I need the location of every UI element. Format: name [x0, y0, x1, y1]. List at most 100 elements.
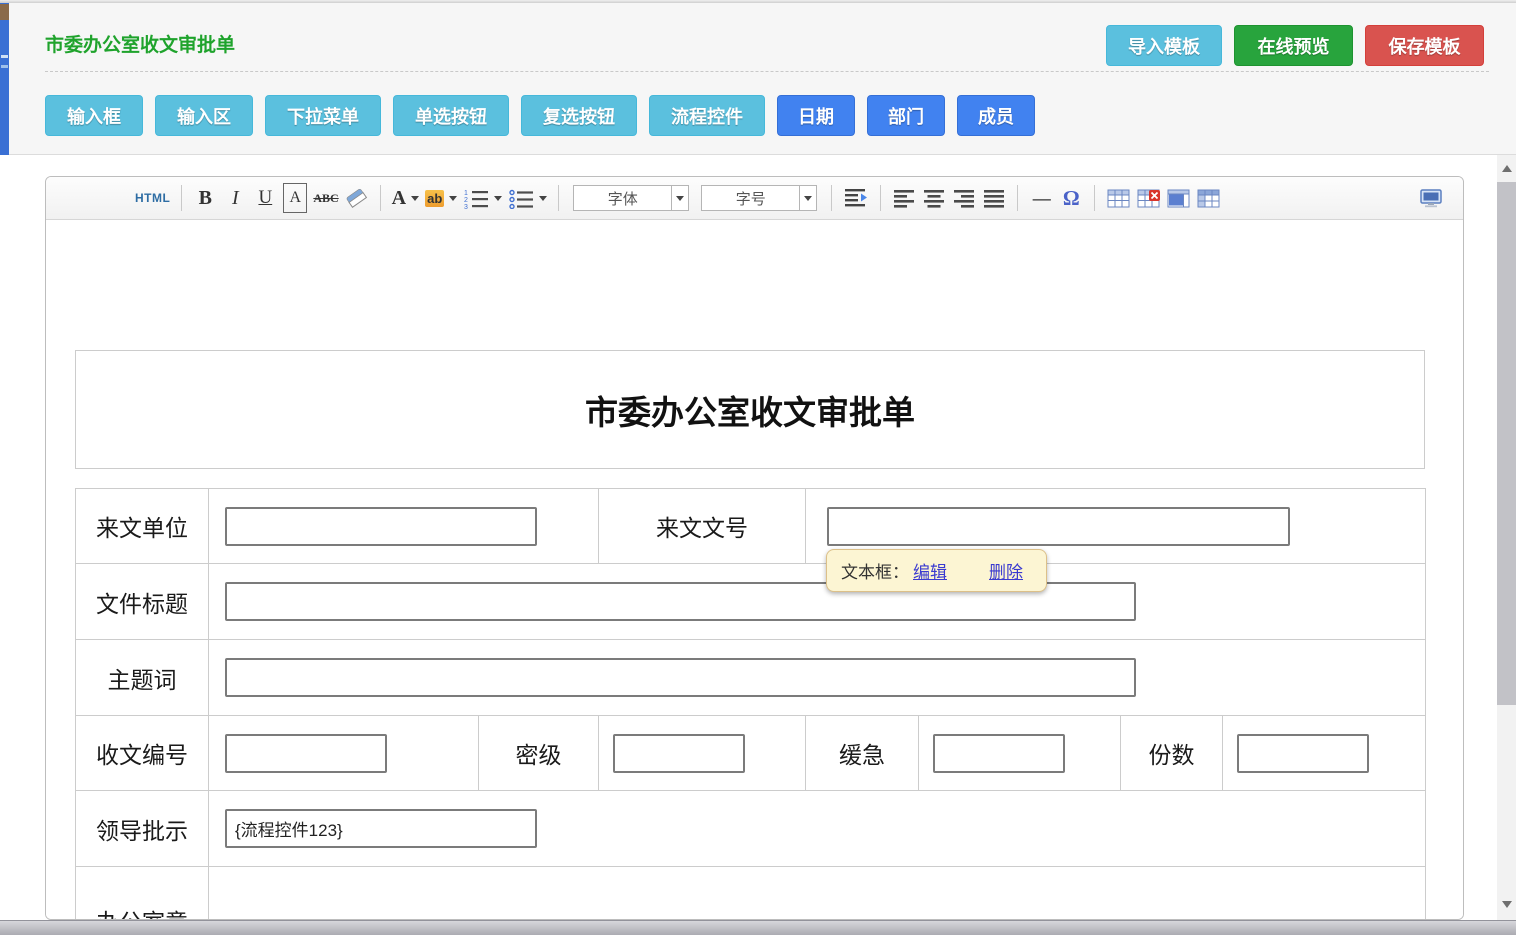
tooltip-delete-link[interactable]: 删除	[989, 558, 1023, 583]
align-right-button[interactable]	[952, 183, 976, 213]
scroll-down-icon	[1502, 901, 1512, 908]
save-template-button[interactable]: 保存模板	[1365, 25, 1484, 66]
urgency-input[interactable]	[933, 734, 1065, 773]
align-left-icon	[892, 188, 916, 208]
highlight-color-button[interactable]: ab	[425, 183, 457, 213]
fullscreen-monitor-icon	[1419, 188, 1443, 209]
font-size-select[interactable]: 字号	[701, 185, 817, 211]
subject-input[interactable]	[225, 658, 1136, 697]
chevron-down-icon	[804, 196, 812, 201]
delete-table-icon	[1137, 189, 1160, 208]
unordered-list-icon	[508, 188, 534, 209]
font-color-button[interactable]: A	[392, 183, 419, 213]
add-input-box-button[interactable]: 输入框	[45, 95, 143, 136]
strikethrough-button[interactable]: ABC	[313, 183, 338, 213]
toolbar-separator	[831, 185, 832, 211]
add-date-button[interactable]: 日期	[777, 95, 855, 136]
italic-button[interactable]: I	[223, 183, 247, 213]
indent-icon	[843, 188, 869, 208]
fullscreen-button[interactable]	[1419, 183, 1443, 213]
tooltip-edit-link[interactable]: 编辑	[913, 558, 947, 583]
label-urgency: 缓急	[806, 716, 919, 791]
horizontal-rule-button[interactable]: —	[1029, 183, 1053, 213]
ordered-list-icon: 1 2 3	[463, 188, 489, 209]
toolbar-separator	[1094, 185, 1095, 211]
cell-copies	[1223, 716, 1426, 791]
remove-format-button[interactable]	[345, 183, 369, 213]
editor-toolbar: HTML B I U A ABC A ab 1 2	[46, 177, 1463, 220]
table-row: 主题词	[76, 640, 1426, 716]
online-preview-button[interactable]: 在线预览	[1234, 25, 1353, 66]
table-properties-icon	[1167, 189, 1190, 208]
html-source-button[interactable]: HTML	[135, 183, 170, 213]
scroll-up-icon	[1502, 165, 1512, 172]
add-textarea-button[interactable]: 输入区	[155, 95, 253, 136]
editor-canvas[interactable]: 市委办公室收文审批单 来文单位 来文文号 文件标题	[46, 220, 1463, 919]
eraser-icon	[345, 188, 369, 208]
font-size-caret[interactable]	[800, 185, 817, 211]
delete-table-button[interactable]	[1136, 183, 1160, 213]
unordered-list-button[interactable]	[508, 183, 547, 213]
scroll-up-button[interactable]	[1497, 159, 1516, 177]
add-checkbox-button[interactable]: 复选按钮	[521, 95, 637, 136]
toolbar-separator	[1017, 185, 1018, 211]
insert-table-icon	[1107, 189, 1130, 208]
window-bottom-bar	[0, 920, 1516, 935]
secrecy-input[interactable]	[613, 734, 745, 773]
add-member-button[interactable]: 成员	[957, 95, 1035, 136]
toolbar-separator	[880, 185, 881, 211]
import-template-button[interactable]: 导入模板	[1106, 25, 1222, 66]
font-border-button[interactable]: A	[283, 183, 307, 213]
bold-button[interactable]: B	[193, 183, 217, 213]
add-radio-button[interactable]: 单选按钮	[393, 95, 509, 136]
align-center-button[interactable]	[922, 183, 946, 213]
background-window-strip	[0, 3, 9, 155]
chevron-down-icon	[411, 196, 419, 201]
svg-text:1: 1	[464, 190, 468, 197]
highlight-glyph: ab	[425, 190, 444, 207]
scrollbar-thumb[interactable]	[1497, 182, 1516, 705]
tooltip-label: 文本框：	[841, 558, 909, 583]
cell-urgency	[919, 716, 1121, 791]
underline-button[interactable]: U	[253, 183, 277, 213]
add-flow-control-button[interactable]: 流程控件	[649, 95, 765, 136]
table-row: 收文编号 密级 缓急 份数	[76, 716, 1426, 791]
divider	[45, 71, 1489, 72]
ordered-list-button[interactable]: 1 2 3	[463, 183, 502, 213]
add-department-button[interactable]: 部门	[867, 95, 945, 136]
align-left-button[interactable]	[892, 183, 916, 213]
background-window-fragment	[1, 65, 8, 68]
font-color-glyph: A	[392, 187, 406, 210]
doc-number-input[interactable]	[827, 507, 1290, 546]
align-justify-button[interactable]	[982, 183, 1006, 213]
table-row: 领导批示	[76, 791, 1426, 867]
label-copies: 份数	[1121, 716, 1223, 791]
leader-remarks-input[interactable]	[225, 809, 537, 848]
source-unit-input[interactable]	[225, 507, 537, 546]
scroll-down-button[interactable]	[1497, 895, 1516, 913]
insert-table-button[interactable]	[1106, 183, 1130, 213]
cell-properties-button[interactable]	[1196, 183, 1220, 213]
label-office-opinion: 办公室意见	[76, 894, 208, 920]
approval-form-table: 来文单位 来文文号 文件标题 主题词	[75, 488, 1426, 920]
indent-button[interactable]	[843, 183, 869, 213]
font-family-value: 字体	[573, 185, 672, 211]
form-title-box: 市委办公室收文审批单	[75, 350, 1425, 469]
label-office-opinion-cell: 办公室意见	[76, 867, 209, 921]
background-window-fragment	[0, 4, 9, 20]
background-window-fragment	[1, 55, 8, 58]
table-properties-button[interactable]	[1166, 183, 1190, 213]
svg-text:3: 3	[464, 204, 468, 209]
chevron-down-icon	[494, 196, 502, 201]
special-character-button[interactable]: Ω	[1059, 183, 1083, 213]
receipt-no-input[interactable]	[225, 734, 387, 773]
chevron-down-icon	[539, 196, 547, 201]
add-dropdown-button[interactable]: 下拉菜单	[265, 95, 381, 136]
cell-subject	[209, 640, 1426, 716]
font-family-select[interactable]: 字体	[573, 185, 689, 211]
vertical-scrollbar[interactable]	[1497, 155, 1516, 920]
toolbar-separator	[558, 185, 559, 211]
header: 市委办公室收文审批单 导入模板 在线预览 保存模板 输入框 输入区 下拉菜单 单…	[9, 3, 1516, 155]
copies-input[interactable]	[1237, 734, 1369, 773]
font-family-caret[interactable]	[672, 185, 689, 211]
